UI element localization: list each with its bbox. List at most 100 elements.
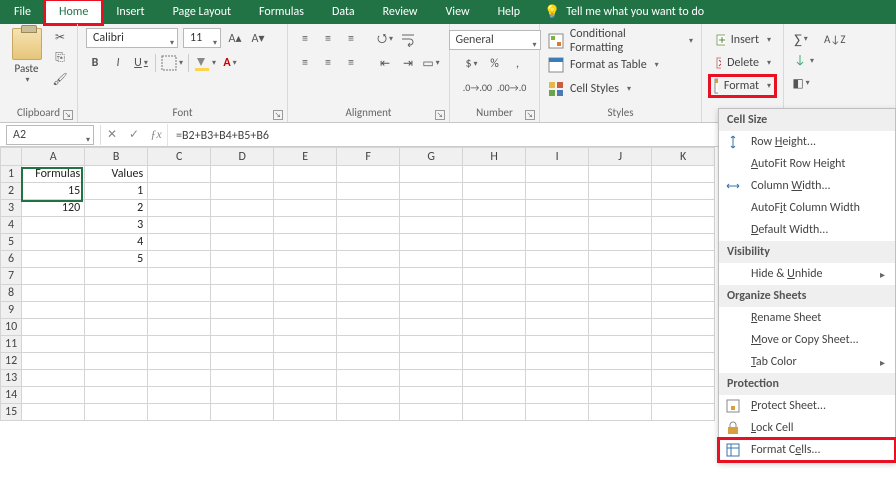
- bold-button[interactable]: B: [86, 54, 104, 72]
- cell-E5[interactable]: [274, 234, 337, 251]
- column-header-H[interactable]: H: [463, 148, 526, 166]
- row-header-5[interactable]: 5: [1, 234, 22, 251]
- row-header-9[interactable]: 9: [1, 302, 22, 319]
- cell-E12[interactable]: [274, 353, 337, 370]
- cell-H12[interactable]: [463, 353, 526, 370]
- cell-B14[interactable]: [85, 387, 148, 404]
- increase-indent-button[interactable]: ⇥: [399, 54, 417, 72]
- cell-I13[interactable]: [526, 370, 589, 387]
- percent-button[interactable]: %: [486, 55, 504, 73]
- cell-K14[interactable]: [652, 387, 715, 404]
- menu-hide-unhide[interactable]: Hide & Unhide: [719, 263, 895, 285]
- cell-B11[interactable]: [85, 336, 148, 353]
- menu-autofit-column-width[interactable]: AutoFit Column Width: [719, 197, 895, 219]
- cell-F4[interactable]: [337, 217, 400, 234]
- cell-C14[interactable]: [148, 387, 211, 404]
- borders-button[interactable]: ▾: [161, 54, 183, 72]
- cell-J6[interactable]: [589, 251, 652, 268]
- wrap-text-button[interactable]: [399, 30, 417, 48]
- cell-A8[interactable]: [22, 285, 85, 302]
- insert-cells-button[interactable]: Insert▾: [710, 30, 775, 50]
- cell-G11[interactable]: [400, 336, 463, 353]
- cell-A7[interactable]: [22, 268, 85, 285]
- tab-data[interactable]: Data: [318, 0, 369, 24]
- decrease-indent-button[interactable]: ⇤: [376, 54, 394, 72]
- cell-I6[interactable]: [526, 251, 589, 268]
- cell-E3[interactable]: [274, 200, 337, 217]
- cell-J2[interactable]: [589, 183, 652, 200]
- menu-format-cells[interactable]: Format Cells...: [719, 439, 895, 461]
- cell-I1[interactable]: [526, 166, 589, 183]
- cell-C5[interactable]: [148, 234, 211, 251]
- cell-E9[interactable]: [274, 302, 337, 319]
- cell-J14[interactable]: [589, 387, 652, 404]
- column-header-B[interactable]: B: [85, 148, 148, 166]
- cell-H6[interactable]: [463, 251, 526, 268]
- decrease-font-button[interactable]: A▾: [249, 29, 267, 47]
- cell-B13[interactable]: [85, 370, 148, 387]
- cell-F1[interactable]: [337, 166, 400, 183]
- cell-I2[interactable]: [526, 183, 589, 200]
- cell-C9[interactable]: [148, 302, 211, 319]
- cell-E11[interactable]: [274, 336, 337, 353]
- column-header-A[interactable]: A: [22, 148, 85, 166]
- cell-B3[interactable]: 2: [85, 200, 148, 217]
- increase-decimal-button[interactable]: .0→.00: [463, 78, 492, 96]
- cell-G12[interactable]: [400, 353, 463, 370]
- menu-row-height[interactable]: Row Height...: [719, 131, 895, 153]
- cell-F10[interactable]: [337, 319, 400, 336]
- cell-K9[interactable]: [652, 302, 715, 319]
- cell-I3[interactable]: [526, 200, 589, 217]
- cut-button[interactable]: ✂: [51, 28, 69, 46]
- insert-function-button[interactable]: ƒx: [145, 124, 167, 146]
- cell-J11[interactable]: [589, 336, 652, 353]
- cell-A10[interactable]: [22, 319, 85, 336]
- cell-H3[interactable]: [463, 200, 526, 217]
- cell-B2[interactable]: 1: [85, 183, 148, 200]
- cell-B1[interactable]: Values: [85, 166, 148, 183]
- column-header-D[interactable]: D: [211, 148, 274, 166]
- align-center-button[interactable]: ≡: [319, 54, 337, 72]
- cell-H11[interactable]: [463, 336, 526, 353]
- cell-A2[interactable]: 15: [22, 183, 85, 200]
- cell-A3[interactable]: 120: [22, 200, 85, 217]
- menu-default-width[interactable]: Default Width...: [719, 219, 895, 241]
- column-header-E[interactable]: E: [274, 148, 337, 166]
- cell-K3[interactable]: [652, 200, 715, 217]
- cell-K5[interactable]: [652, 234, 715, 251]
- tab-view[interactable]: View: [432, 0, 484, 24]
- delete-cells-button[interactable]: Delete▾: [710, 53, 775, 73]
- accounting-format-button[interactable]: $▾: [463, 55, 481, 73]
- tell-me-search[interactable]: 💡 Tell me what you want to do: [534, 5, 714, 20]
- select-all-corner[interactable]: [1, 148, 22, 166]
- cell-D2[interactable]: [211, 183, 274, 200]
- cell-G13[interactable]: [400, 370, 463, 387]
- cell-F6[interactable]: [337, 251, 400, 268]
- format-as-table-button[interactable]: Format as Table▾: [548, 54, 693, 76]
- clipboard-launcher[interactable]: ↘: [63, 110, 73, 120]
- cell-D5[interactable]: [211, 234, 274, 251]
- cell-F8[interactable]: [337, 285, 400, 302]
- cell-A5[interactable]: [22, 234, 85, 251]
- cell-A12[interactable]: [22, 353, 85, 370]
- enter-formula-button[interactable]: ✓: [123, 124, 145, 146]
- cell-I10[interactable]: [526, 319, 589, 336]
- name-box[interactable]: A2▾: [6, 125, 94, 145]
- decrease-decimal-button[interactable]: .00→.0: [497, 78, 526, 96]
- cell-D10[interactable]: [211, 319, 274, 336]
- orientation-button[interactable]: ⭯▾: [376, 30, 394, 48]
- cell-H10[interactable]: [463, 319, 526, 336]
- cell-D14[interactable]: [211, 387, 274, 404]
- column-header-I[interactable]: I: [526, 148, 589, 166]
- cell-H4[interactable]: [463, 217, 526, 234]
- cell-G15[interactable]: [400, 404, 463, 421]
- column-header-C[interactable]: C: [148, 148, 211, 166]
- cell-J10[interactable]: [589, 319, 652, 336]
- cell-G7[interactable]: [400, 268, 463, 285]
- cell-E1[interactable]: [274, 166, 337, 183]
- cell-A11[interactable]: [22, 336, 85, 353]
- cell-F9[interactable]: [337, 302, 400, 319]
- cell-J1[interactable]: [589, 166, 652, 183]
- fill-color-button[interactable]: ▾: [194, 54, 216, 72]
- cell-A14[interactable]: [22, 387, 85, 404]
